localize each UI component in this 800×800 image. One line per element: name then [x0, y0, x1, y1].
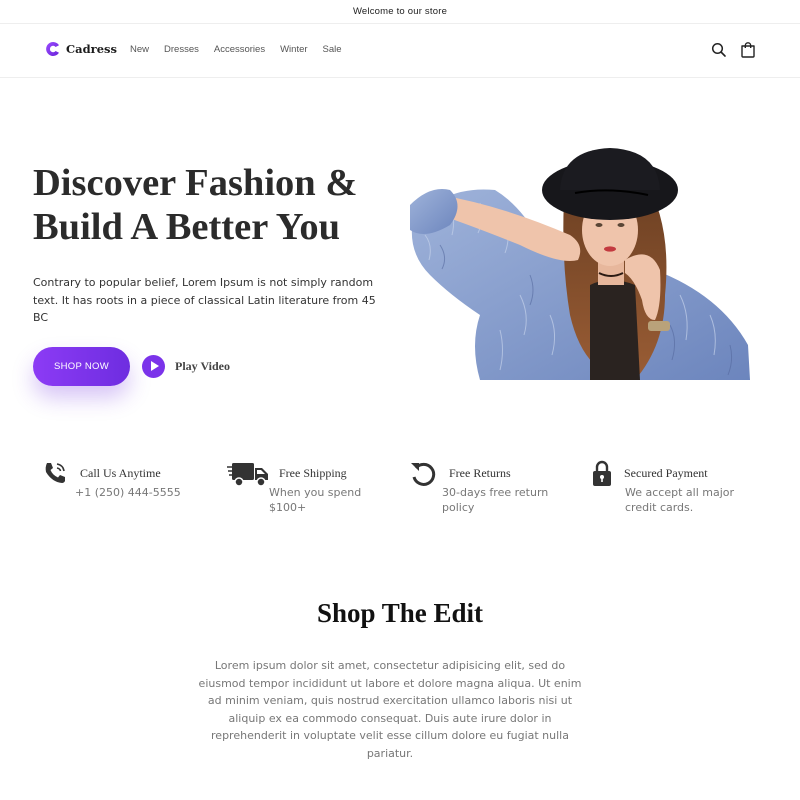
logo[interactable]: Cadress	[45, 41, 117, 57]
hero-title: Discover Fashion & Build A Better You	[33, 161, 413, 249]
feature-text: When you spend $100+	[269, 486, 362, 514]
announcement-text: Welcome to our store	[352, 6, 448, 17]
feature-text: We accept all major credit cards.	[625, 486, 735, 514]
announcement-bar: Welcome to our store	[0, 0, 800, 24]
site-header: Cadress New Dresses Accessories Winter S…	[0, 24, 800, 78]
nav-item-new[interactable]: New	[130, 44, 149, 55]
section-title: Shop The Edit	[316, 598, 484, 628]
nav-item-sale[interactable]: Sale	[323, 44, 342, 55]
nav-item-winter[interactable]: Winter	[280, 44, 307, 55]
main-nav: New Dresses Accessories Winter Sale	[130, 44, 357, 55]
search-icon[interactable]	[710, 41, 728, 59]
return-icon	[411, 462, 436, 486]
truck-icon	[227, 463, 268, 487]
phone-icon	[45, 463, 65, 483]
play-video-button[interactable]: Play Video	[142, 355, 230, 378]
hero-description: Contrary to popular belief, Lorem Ipsum …	[33, 276, 376, 324]
section-description: Lorem ipsum dolor sit amet, consectetur …	[198, 659, 582, 760]
lock-icon	[593, 460, 611, 486]
hero-title-line-2: Build A Better You	[33, 206, 340, 248]
feature-title: Free Shipping	[279, 466, 347, 480]
hero-title-line-1: Discover Fashion &	[33, 162, 358, 204]
nav-item-dresses[interactable]: Dresses	[164, 44, 199, 55]
play-icon	[142, 355, 165, 378]
feature-title: Call Us Anytime	[80, 466, 161, 480]
logo-mark-icon	[46, 42, 59, 56]
nav-item-accessories[interactable]: Accessories	[214, 44, 265, 55]
feature-title: Free Returns	[449, 466, 511, 480]
brand-name: Cadress	[66, 42, 117, 56]
play-video-label: Play Video	[175, 359, 231, 373]
shop-now-button[interactable]: SHOP NOW	[33, 347, 130, 386]
feature-title: Secured Payment	[624, 466, 708, 480]
feature-text: 30-days free return policy	[442, 486, 549, 514]
hero-model-image	[410, 148, 750, 380]
cart-icon[interactable]	[739, 41, 757, 59]
feature-text: +1 (250) 444-5555	[75, 486, 181, 499]
